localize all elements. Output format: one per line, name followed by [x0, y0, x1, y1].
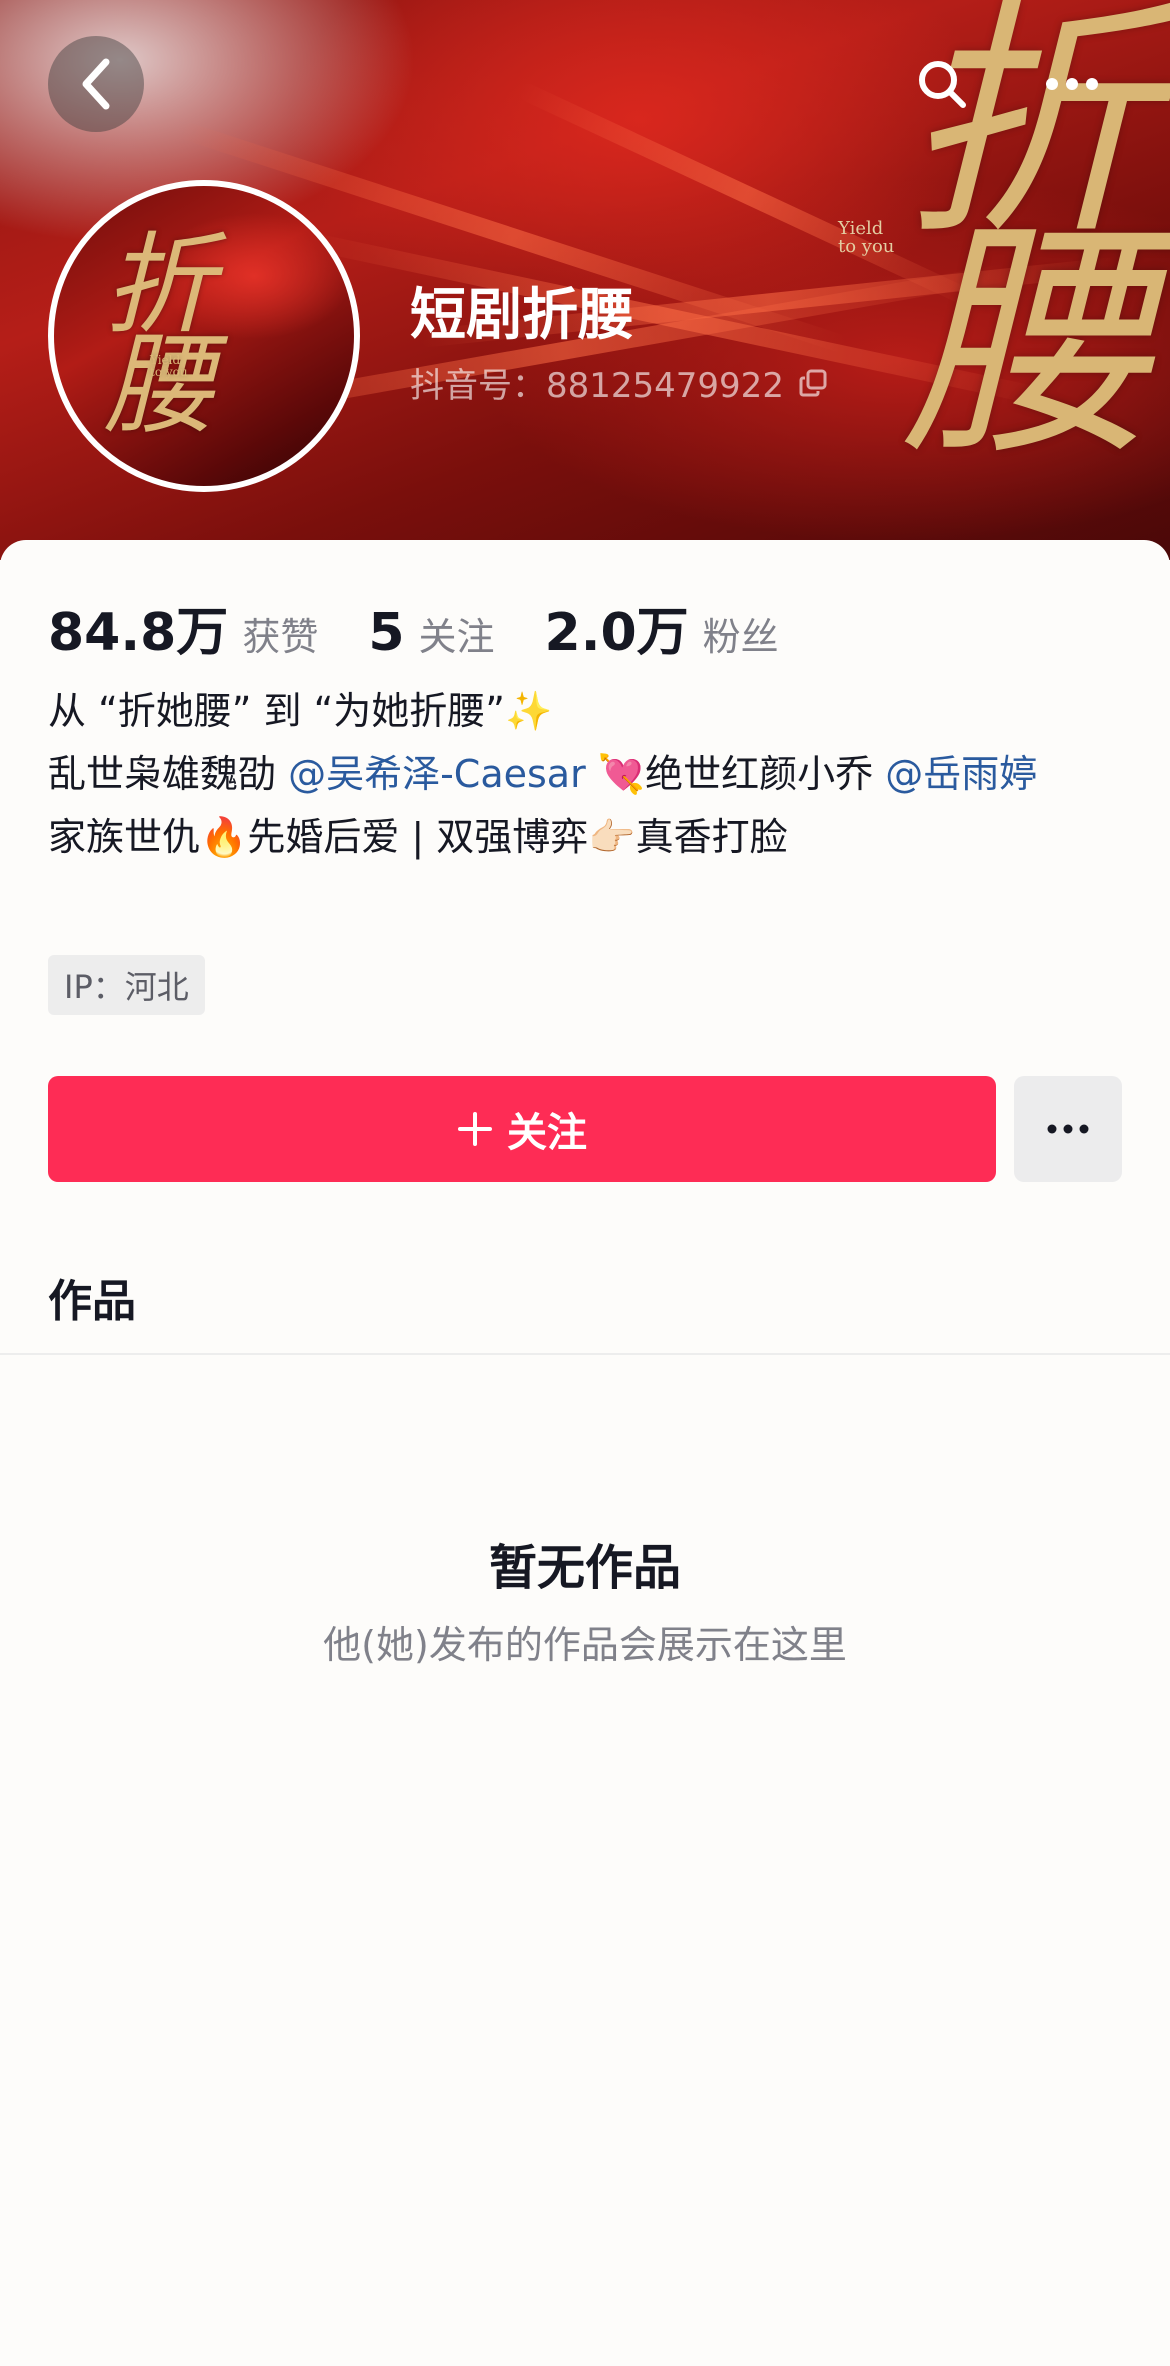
- follow-label: 关注: [507, 1110, 587, 1156]
- douyin-id-label: 抖音号：88125479922: [410, 366, 784, 406]
- stat-label: 获赞: [242, 615, 319, 659]
- more-actions-button[interactable]: [1014, 1076, 1122, 1182]
- chevron-left-icon: [82, 58, 110, 110]
- stat-label: 关注: [418, 615, 495, 659]
- search-icon: [919, 61, 966, 108]
- stats-row: 84.8万 获赞 5 关注 2.0万 粉丝: [48, 590, 829, 665]
- avatar[interactable]: 折腰 Yield to you: [48, 180, 360, 492]
- search-button[interactable]: [894, 36, 990, 132]
- stat-label: 粉丝: [702, 615, 779, 659]
- banner-subtitle: Yield to you: [838, 218, 895, 257]
- bio-text: 乱世枭雄魏劭: [48, 752, 289, 796]
- bio-line-3: 家族世仇🔥先婚后爱 | 双强博弈👉🏻真香打脸: [48, 815, 788, 859]
- copy-icon[interactable]: [798, 368, 828, 398]
- stat-value: 5: [368, 603, 405, 663]
- bio-line-2: 乱世枭雄魏劭 @吴希泽-Caesar 💘绝世红颜小乔 @岳雨婷: [48, 743, 1128, 806]
- more-options-button[interactable]: [1024, 36, 1120, 132]
- back-button[interactable]: [48, 36, 144, 132]
- more-horizontal-icon: [1047, 1124, 1089, 1134]
- more-horizontal-icon: [1046, 78, 1098, 90]
- mention-link[interactable]: @吴希泽-Caesar: [288, 752, 586, 796]
- plus-icon: [458, 1112, 492, 1146]
- empty-state-subtitle: 他(她)发布的作品会展示在这里: [323, 1623, 847, 1667]
- mention-link[interactable]: @岳雨婷: [885, 752, 1037, 796]
- stat-followers[interactable]: 2.0万 粉丝: [545, 590, 779, 665]
- follow-button[interactable]: 关注: [48, 1076, 996, 1182]
- stat-value: 84.8万: [48, 603, 229, 663]
- bio: 从 “折她腰” 到 “为她折腰”✨ 乱世枭雄魏劭 @吴希泽-Caesar 💘绝世…: [48, 680, 1128, 869]
- douyin-id: 抖音号：88125479922: [410, 358, 828, 407]
- empty-state-title: 暂无作品: [488, 1540, 681, 1596]
- bio-text: 💘绝世红颜小乔: [585, 752, 886, 796]
- stat-likes: 84.8万 获赞: [48, 590, 318, 665]
- stat-following[interactable]: 5 关注: [368, 603, 494, 663]
- profile-name: 短剧折腰: [410, 283, 634, 348]
- bio-line-1: 从 “折她腰” 到 “为她折腰”✨: [48, 689, 553, 733]
- avatar-title: 折腰: [85, 226, 213, 426]
- stat-value: 2.0万: [544, 603, 689, 663]
- avatar-subtitle: Yield to you: [150, 353, 188, 379]
- tab-divider: [0, 1353, 1170, 1355]
- tab-works[interactable]: 作品: [48, 1265, 136, 1329]
- ip-location-tag: IP：河北: [48, 955, 205, 1015]
